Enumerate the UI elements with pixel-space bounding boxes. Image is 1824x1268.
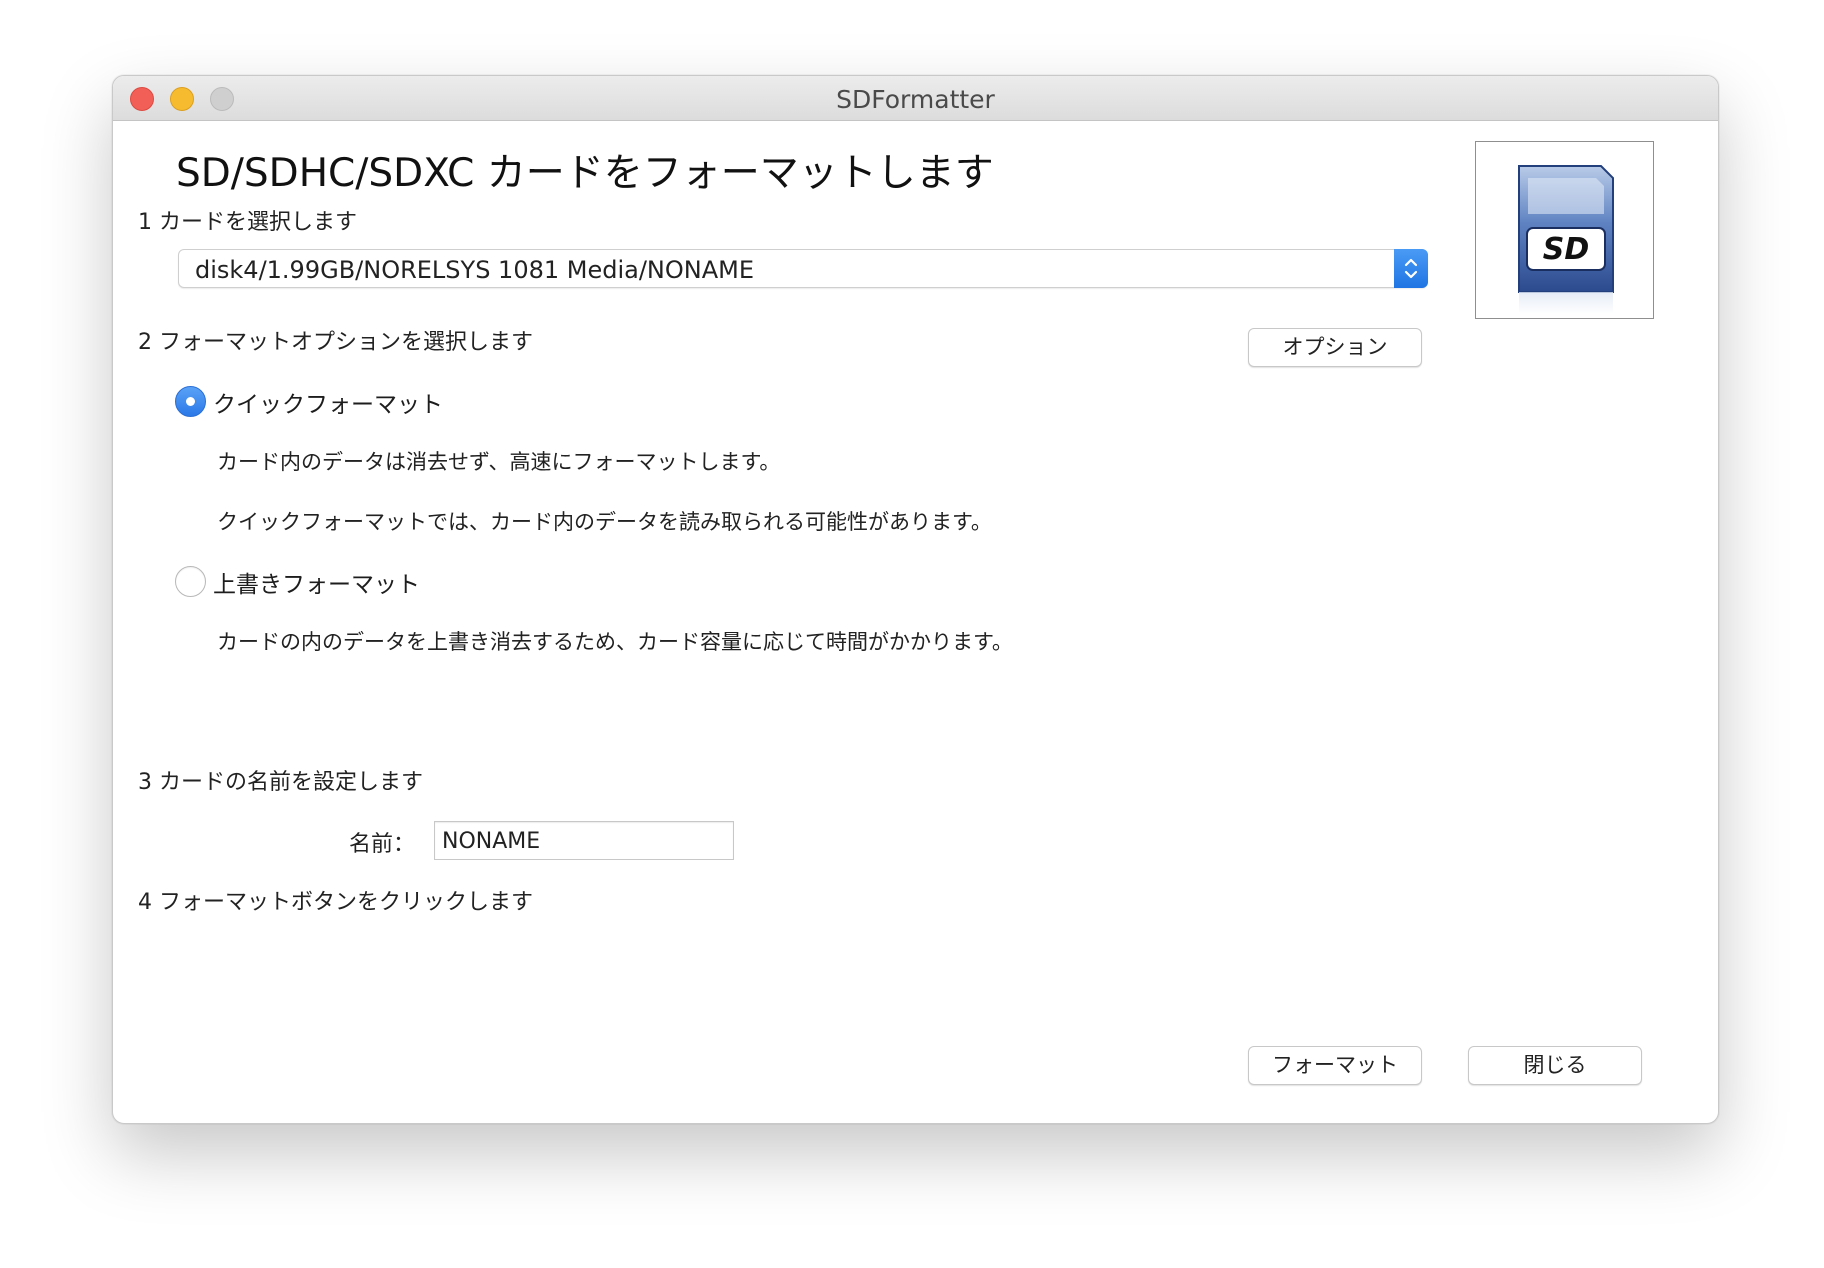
overwrite-format-label[interactable]: 上書きフォーマット — [213, 565, 420, 599]
options-button[interactable]: オプション — [1248, 328, 1422, 367]
step3-label: 3 カードの名前を設定します — [138, 770, 423, 795]
chevron-updown-icon — [1404, 258, 1418, 279]
step1-label: 1 カードを選択します — [138, 210, 357, 235]
close-button[interactable]: 閉じる — [1468, 1046, 1642, 1085]
svg-text:SD: SD — [1543, 232, 1590, 267]
sd-card-icon: SD — [1518, 165, 1614, 314]
quick-format-warning: クイックフォーマットでは、カード内のデータを読み取られる可能性があります。 — [217, 510, 992, 534]
sd-card-image: SD — [1475, 141, 1654, 319]
quick-format-radio[interactable] — [175, 386, 206, 417]
sdformatter-window: SDFormatter SD/SDHC/SDXC カードをフォーマットします 1… — [112, 75, 1719, 1124]
quick-format-description: カード内のデータは消去せず、高速にフォーマットします。 — [217, 450, 781, 474]
title-bar[interactable]: SDFormatter — [113, 76, 1718, 121]
window-title: SDFormatter — [836, 85, 995, 114]
overwrite-format-radio[interactable] — [175, 566, 206, 597]
card-select-value: disk4/1.99GB/NORELSYS 1081 Media/NONAME — [195, 256, 755, 284]
page-title: SD/SDHC/SDXC カードをフォーマットします — [176, 151, 994, 196]
card-name-input[interactable]: NONAME — [434, 821, 734, 860]
format-button[interactable]: フォーマット — [1248, 1046, 1422, 1085]
step2-label: 2 フォーマットオプションを選択します — [138, 330, 533, 355]
card-select[interactable]: disk4/1.99GB/NORELSYS 1081 Media/NONAME — [178, 249, 1428, 288]
select-stepper-button[interactable] — [1394, 249, 1428, 288]
step4-label: 4 フォーマットボタンをクリックします — [138, 890, 533, 915]
overwrite-format-description: カードの内のデータを上書き消去するため、カード容量に応じて時間がかかります。 — [217, 630, 1013, 654]
quick-format-label[interactable]: クイックフォーマット — [213, 385, 443, 419]
card-name-value: NONAME — [442, 829, 541, 854]
name-label: 名前： — [349, 832, 416, 857]
